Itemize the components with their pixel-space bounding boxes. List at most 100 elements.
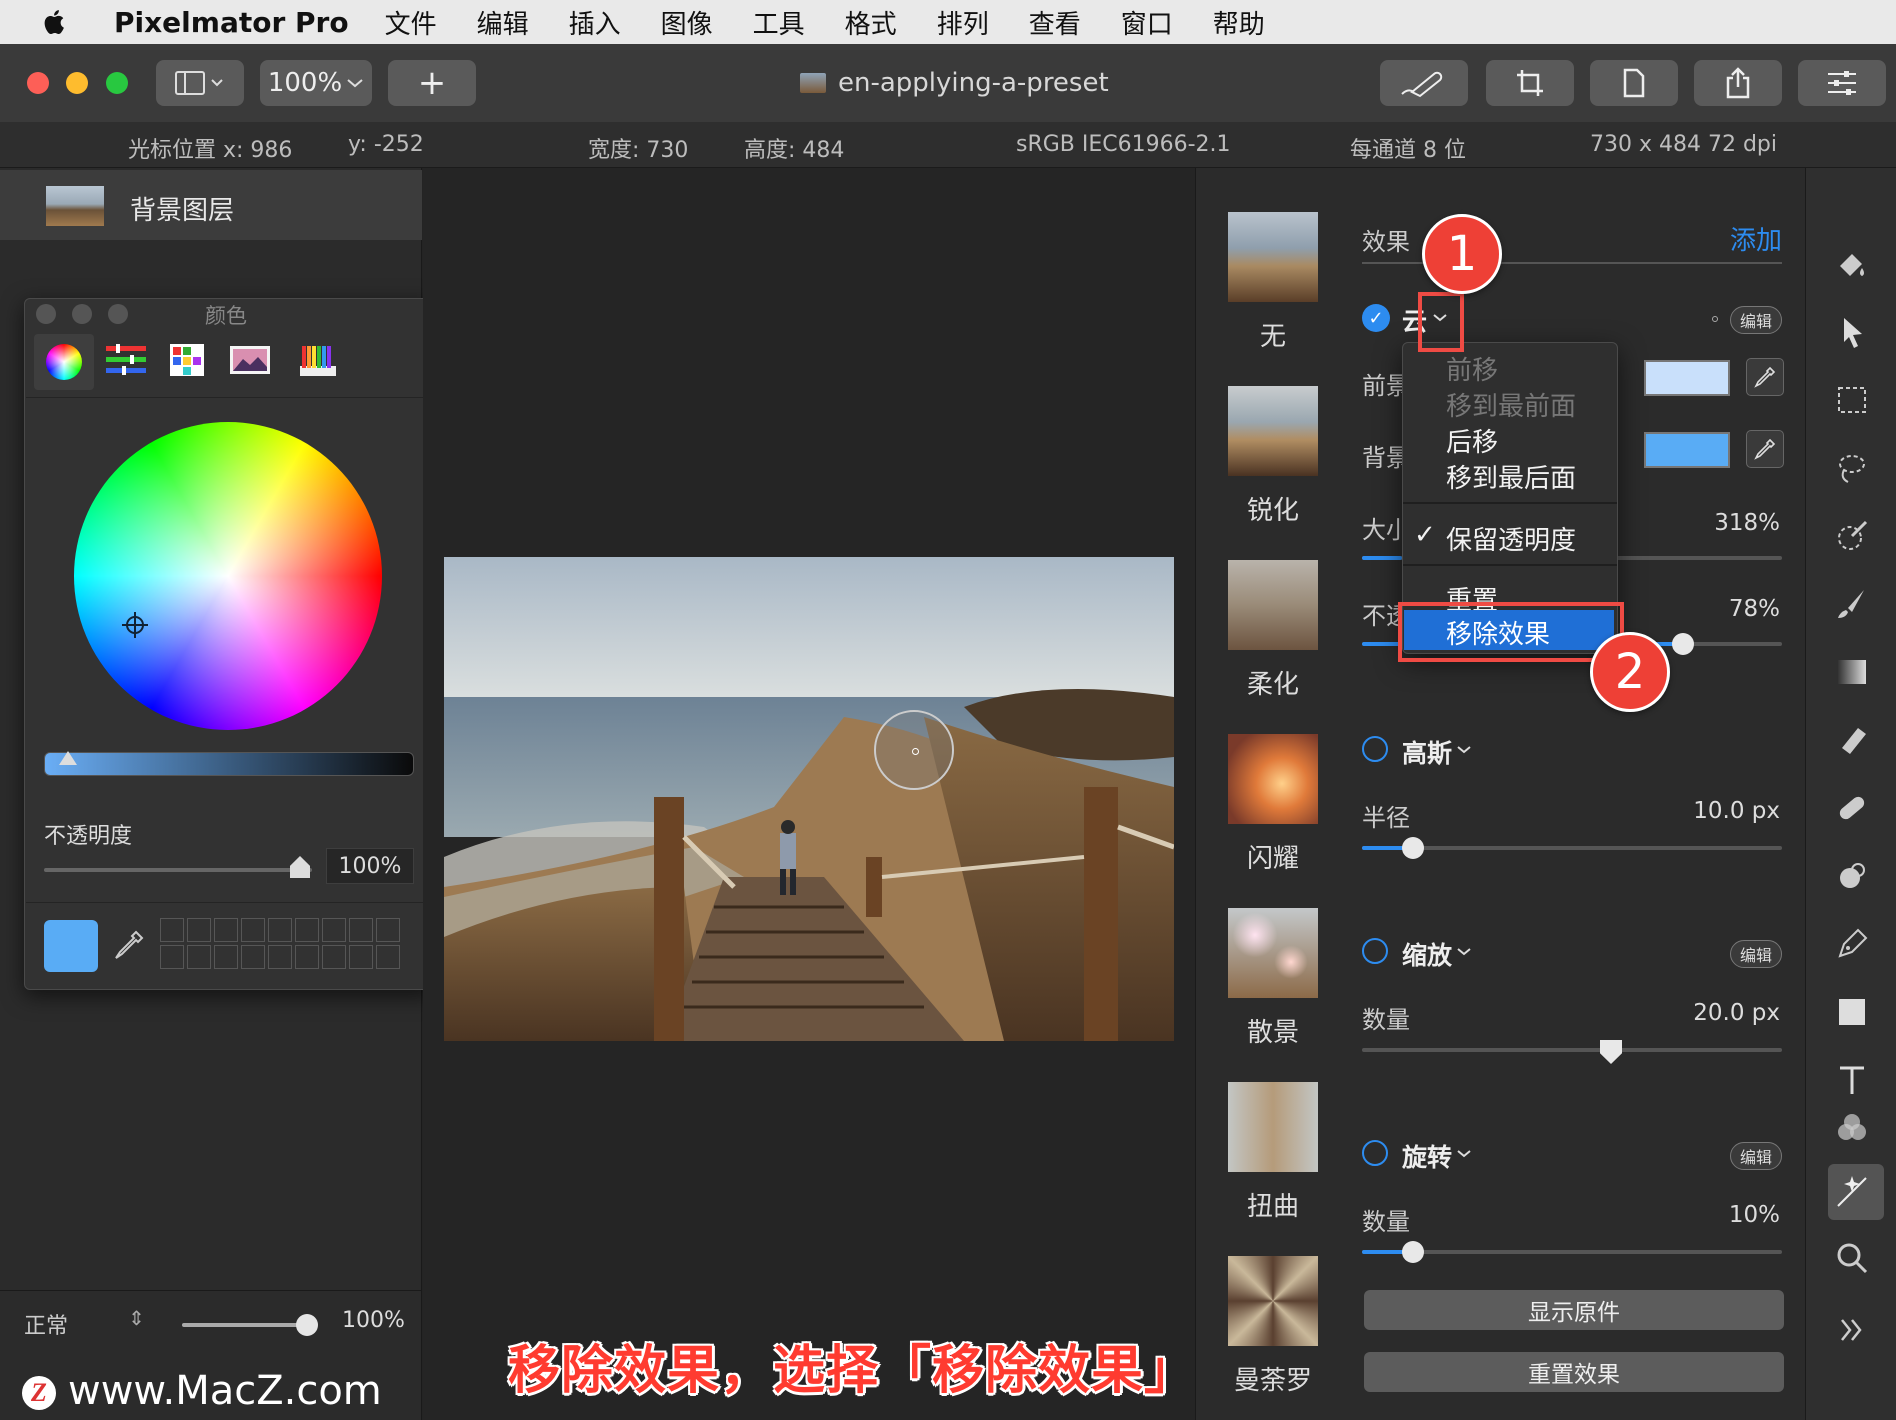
add-button[interactable]: + bbox=[388, 60, 476, 106]
edit-tools-button[interactable] bbox=[1380, 60, 1468, 106]
background-eyedropper-button[interactable] bbox=[1746, 430, 1784, 468]
document-button[interactable] bbox=[1590, 60, 1678, 106]
empty-swatch-slot[interactable] bbox=[376, 918, 400, 942]
empty-swatch-slot[interactable] bbox=[295, 918, 319, 942]
empty-swatch-slot[interactable] bbox=[241, 918, 265, 942]
preset-glow[interactable]: 闪耀 bbox=[1228, 734, 1318, 875]
effect-origin-handle[interactable] bbox=[1712, 316, 1718, 322]
menu-insert[interactable]: 插入 bbox=[569, 4, 621, 41]
preset-none[interactable]: 无 bbox=[1228, 212, 1318, 353]
shape-icon[interactable] bbox=[1834, 994, 1870, 1030]
canvas-image[interactable] bbox=[444, 557, 1174, 1041]
menu-edit[interactable]: 编辑 bbox=[477, 4, 529, 41]
empty-swatch-slot[interactable] bbox=[214, 918, 238, 942]
effect-handle[interactable] bbox=[874, 710, 954, 790]
empty-swatch-slot[interactable] bbox=[214, 945, 238, 969]
menu-format[interactable]: 格式 bbox=[845, 4, 897, 41]
twirl-edit-button[interactable]: 编辑 bbox=[1730, 1142, 1782, 1170]
gaussian-enabled-checkbox[interactable] bbox=[1362, 736, 1388, 762]
layer-row[interactable]: 背景图层 bbox=[0, 170, 422, 240]
chevron-down-icon[interactable] bbox=[1456, 744, 1472, 756]
empty-swatch-slot[interactable] bbox=[160, 945, 184, 969]
add-effect-button[interactable]: 添加 bbox=[1730, 220, 1782, 257]
close-window-button[interactable] bbox=[27, 72, 49, 94]
empty-swatch-slot[interactable] bbox=[349, 945, 373, 969]
menu-arrange[interactable]: 排列 bbox=[937, 4, 989, 41]
tab-color-sliders[interactable] bbox=[104, 340, 148, 380]
brightness-knob[interactable] bbox=[59, 751, 77, 765]
empty-swatch-slot[interactable] bbox=[160, 918, 184, 942]
menu-window[interactable]: 窗口 bbox=[1121, 4, 1173, 41]
opacity-effect-knob[interactable] bbox=[1672, 633, 1694, 655]
chevron-down-icon[interactable] bbox=[1456, 1148, 1472, 1160]
preset-soften[interactable]: 柔化 bbox=[1228, 560, 1318, 701]
clouds-enabled-checkbox[interactable]: ✓ bbox=[1362, 304, 1390, 332]
gradient-icon[interactable] bbox=[1834, 654, 1870, 690]
background-color-well[interactable] bbox=[1644, 432, 1730, 468]
rectangle-select-icon[interactable] bbox=[1834, 382, 1870, 418]
empty-swatch-slot[interactable] bbox=[187, 945, 211, 969]
text-tool-icon[interactable] bbox=[1834, 1062, 1870, 1098]
blend-mode-stepper-icon[interactable]: ⇕ bbox=[128, 1306, 145, 1330]
tab-color-wheel[interactable] bbox=[34, 334, 94, 390]
paint-brush-icon[interactable] bbox=[1834, 586, 1870, 622]
pen-icon[interactable] bbox=[1834, 926, 1870, 962]
gaussian-effect-name[interactable]: 高斯 bbox=[1402, 734, 1452, 770]
layer-opacity-slider[interactable] bbox=[182, 1323, 312, 1327]
color-panel-close-button[interactable] bbox=[36, 304, 56, 324]
color-adjust-icon[interactable] bbox=[1834, 1110, 1870, 1146]
empty-swatch-slot[interactable] bbox=[322, 918, 346, 942]
empty-swatch-slot[interactable] bbox=[187, 918, 211, 942]
bandage-icon[interactable] bbox=[1834, 790, 1870, 826]
zoom-effect-name[interactable]: 缩放 bbox=[1402, 936, 1452, 972]
sidebar-toggle-button[interactable] bbox=[156, 60, 244, 106]
preset-mandala[interactable]: 曼荼罗 bbox=[1228, 1256, 1318, 1397]
eyedropper-icon[interactable] bbox=[112, 928, 146, 962]
menu-image[interactable]: 图像 bbox=[661, 4, 713, 41]
adjustments-button[interactable] bbox=[1798, 60, 1886, 106]
brightness-slider[interactable] bbox=[44, 751, 414, 776]
zoom-tool-icon[interactable] bbox=[1834, 1240, 1870, 1276]
share-button[interactable] bbox=[1694, 60, 1782, 106]
empty-swatch-slot[interactable] bbox=[241, 945, 265, 969]
clouds-edit-button[interactable]: 编辑 bbox=[1730, 306, 1782, 334]
menu-item-preserve-transparency[interactable]: 保留透明度 bbox=[1446, 520, 1576, 557]
empty-swatch-slot[interactable] bbox=[268, 945, 292, 969]
twirl-amount-knob[interactable] bbox=[1402, 1241, 1424, 1263]
twirl-amount-slider[interactable] bbox=[1362, 1250, 1782, 1254]
twirl-enabled-checkbox[interactable] bbox=[1362, 1140, 1388, 1166]
expand-tools-icon[interactable] bbox=[1834, 1312, 1870, 1348]
zoom-amount-slider[interactable] bbox=[1362, 1048, 1782, 1052]
crosshair-icon[interactable] bbox=[122, 612, 148, 638]
minimize-window-button[interactable] bbox=[66, 72, 88, 94]
opacity-slider[interactable] bbox=[44, 868, 312, 872]
chevron-down-icon[interactable] bbox=[1456, 946, 1472, 958]
opacity-value-field[interactable]: 100% bbox=[326, 848, 414, 884]
radius-slider[interactable] bbox=[1362, 846, 1782, 850]
zoom-window-button[interactable] bbox=[106, 72, 128, 94]
preset-bokeh[interactable]: 散景 bbox=[1228, 908, 1318, 1049]
current-color-swatch[interactable] bbox=[44, 920, 98, 972]
paint-bucket-icon[interactable] bbox=[1834, 246, 1870, 282]
empty-swatch-slot[interactable] bbox=[295, 945, 319, 969]
zoom-edit-button[interactable]: 编辑 bbox=[1730, 940, 1782, 968]
show-original-button[interactable]: 显示原件 bbox=[1364, 1290, 1784, 1330]
empty-swatch-slot[interactable] bbox=[376, 945, 400, 969]
foreground-eyedropper-button[interactable] bbox=[1746, 358, 1784, 396]
reset-effects-button[interactable]: 重置效果 bbox=[1364, 1352, 1784, 1392]
zoom-enabled-checkbox[interactable] bbox=[1362, 938, 1388, 964]
color-wheel[interactable] bbox=[74, 422, 382, 730]
tab-image-palette[interactable] bbox=[228, 340, 272, 380]
arrow-tool-icon[interactable] bbox=[1834, 314, 1870, 350]
clone-stamp-icon[interactable] bbox=[1834, 858, 1870, 894]
layer-opacity-knob[interactable] bbox=[296, 1314, 318, 1336]
menu-help[interactable]: 帮助 bbox=[1213, 4, 1265, 41]
apple-icon[interactable] bbox=[40, 7, 70, 37]
menu-tools[interactable]: 工具 bbox=[753, 4, 805, 41]
menu-file[interactable]: 文件 bbox=[385, 4, 437, 41]
magic-wand-icon[interactable] bbox=[1834, 518, 1870, 554]
menu-view[interactable]: 查看 bbox=[1029, 4, 1081, 41]
preset-sharpen[interactable]: 锐化 bbox=[1228, 386, 1318, 527]
effects-tool-icon[interactable] bbox=[1834, 1174, 1870, 1210]
app-menu[interactable]: Pixelmator Pro bbox=[114, 6, 349, 39]
